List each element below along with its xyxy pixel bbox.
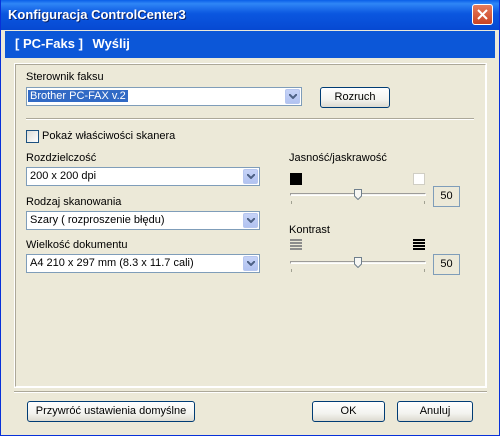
scan-type-select[interactable]: Szary ( rozproszenie błędu) — [26, 211, 260, 230]
chevron-down-icon[interactable] — [243, 256, 258, 271]
footer-divider — [14, 391, 487, 393]
brightness-value[interactable]: 50 — [433, 186, 460, 207]
low-contrast-icon — [290, 239, 302, 250]
fax-driver-value: Brother PC-FAX v.2 — [28, 90, 128, 102]
chevron-down-icon[interactable] — [285, 89, 300, 104]
section-header: [ PC-Faks ] Wyślij — [5, 31, 495, 58]
resolution-label: Rozdzielczość — [26, 152, 97, 164]
scan-type-label: Rodzaj skanowania — [26, 196, 122, 208]
restore-defaults-button[interactable]: Przywróć ustawienia domyślne — [27, 401, 195, 422]
contrast-value[interactable]: 50 — [433, 254, 460, 275]
document-size-label: Wielkość dokumentu — [26, 239, 128, 251]
header-tab-pc-fax: [ PC-Faks ] — [15, 36, 83, 51]
close-button[interactable] — [472, 4, 493, 25]
divider — [26, 118, 474, 120]
dialog-window: Konfiguracja ControlCenter3 [ PC-Faks ] … — [0, 0, 500, 436]
scan-type-value: Szary ( rozproszenie błędu) — [30, 214, 165, 226]
title-bar[interactable]: Konfiguracja ControlCenter3 — [1, 0, 499, 30]
brightness-label: Jasność/jaskrawość — [289, 152, 387, 164]
light-square-icon — [413, 173, 425, 185]
contrast-label: Kontrast — [289, 224, 330, 236]
brightness-slider[interactable] — [290, 188, 426, 208]
brightness-slider-thumb[interactable] — [354, 189, 362, 200]
show-scanner-properties-checkbox[interactable] — [26, 130, 39, 143]
header-tab-send: Wyślij — [92, 36, 130, 51]
chevron-down-icon[interactable] — [243, 213, 258, 228]
fax-driver-label: Sterownik faksu — [26, 71, 104, 83]
window-title: Konfiguracja ControlCenter3 — [8, 7, 186, 22]
contrast-slider-thumb[interactable] — [354, 257, 362, 268]
contrast-slider[interactable] — [290, 256, 426, 276]
high-contrast-icon — [413, 239, 425, 250]
dark-square-icon — [290, 173, 302, 185]
resolution-value: 200 x 200 dpi — [30, 170, 97, 182]
chevron-down-icon[interactable] — [243, 169, 258, 184]
document-size-select[interactable]: A4 210 x 297 mm (8.3 x 11.7 cali) — [26, 254, 260, 273]
document-size-value: A4 210 x 297 mm (8.3 x 11.7 cali) — [30, 257, 194, 269]
setup-button[interactable]: Rozruch — [320, 87, 390, 108]
ok-button[interactable]: OK — [312, 401, 385, 422]
fax-driver-select[interactable]: Brother PC-FAX v.2 — [26, 87, 302, 106]
cancel-button[interactable]: Anuluj — [397, 401, 473, 422]
show-scanner-properties-label: Pokaż właściwości skanera — [42, 130, 176, 142]
close-icon — [477, 9, 488, 20]
resolution-select[interactable]: 200 x 200 dpi — [26, 167, 260, 186]
